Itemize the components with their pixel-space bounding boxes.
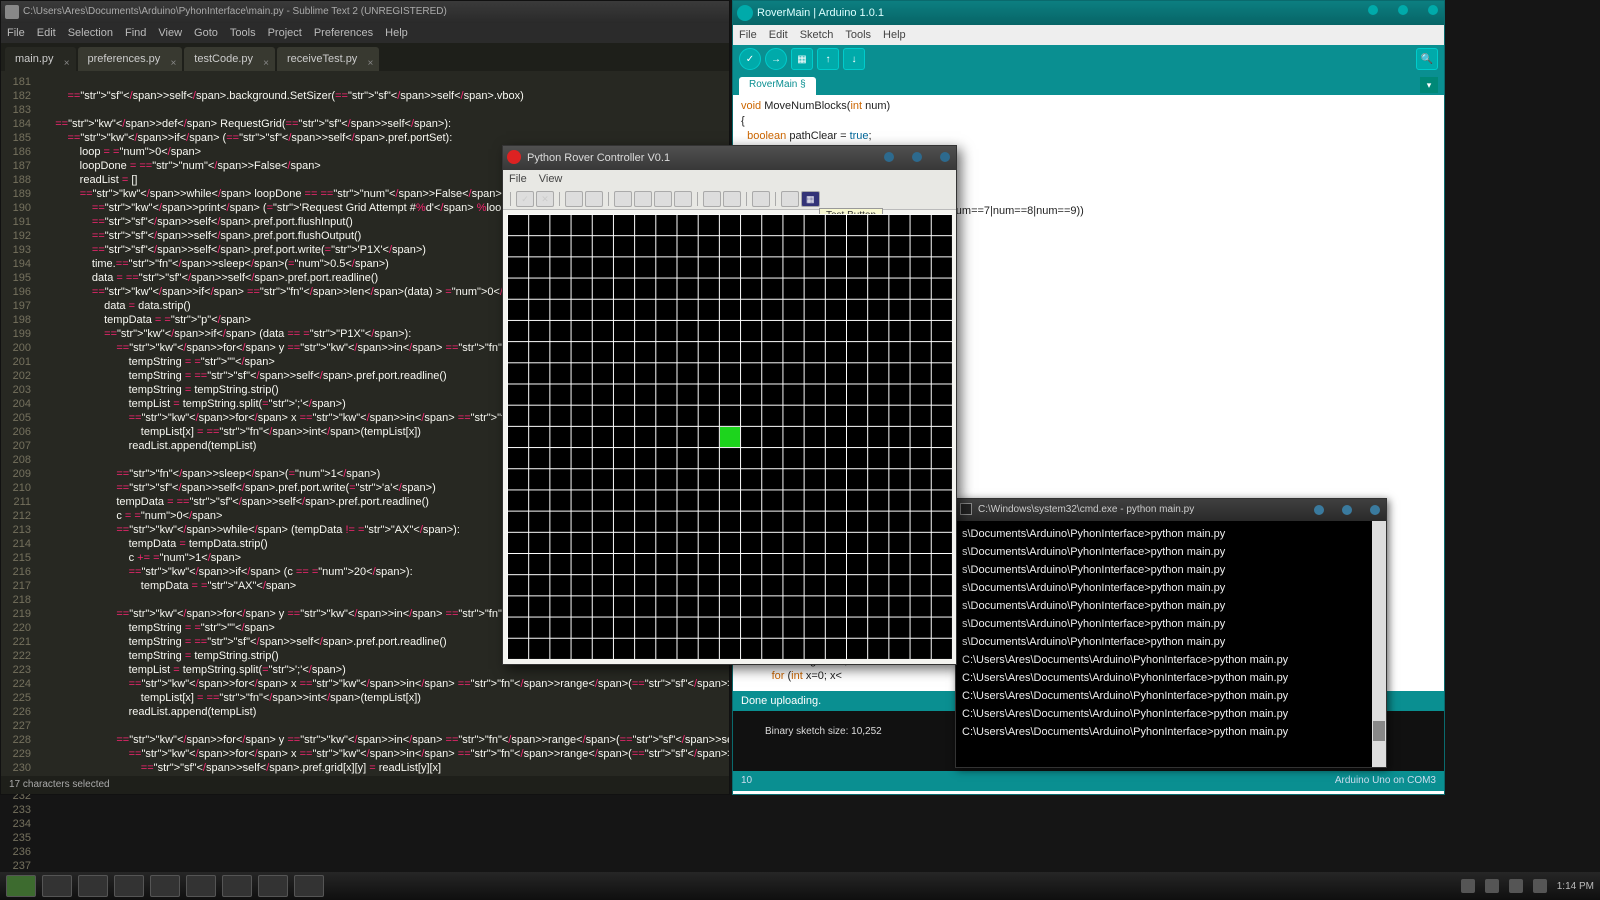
arduino-window-controls[interactable]: [1368, 5, 1438, 15]
sublime-title-text: C:\Users\Ares\Documents\Arduino\PyhonInt…: [23, 6, 447, 17]
save-button[interactable]: ↓: [843, 48, 865, 70]
taskbar-start[interactable]: [6, 875, 36, 897]
rover-tool-a[interactable]: [614, 191, 632, 207]
cmd-body[interactable]: s\Documents\Arduino\PyhonInterface>pytho…: [956, 521, 1386, 767]
rover-tool-b[interactable]: [634, 191, 652, 207]
arduino-foot-left: 10: [741, 771, 752, 791]
menu-file[interactable]: File: [7, 23, 25, 43]
cmd-scroll-thumb[interactable]: [1373, 721, 1385, 741]
rover-titlebar[interactable]: Python Rover Controller V0.1: [503, 146, 956, 170]
arduino-tabbar[interactable]: RoverMain § ▾: [733, 73, 1444, 95]
sublime-titlebar[interactable]: C:\Users\Ares\Documents\Arduino\PyhonInt…: [1, 1, 729, 23]
taskbar-chrome[interactable]: [114, 875, 144, 897]
arduino-menu-file[interactable]: File: [739, 25, 757, 45]
tray-network-icon[interactable]: [1509, 879, 1523, 893]
verify-button[interactable]: ✓: [739, 48, 761, 70]
menu-edit[interactable]: Edit: [37, 23, 56, 43]
arduino-title-text: RoverMain | Arduino 1.0.1: [757, 7, 884, 19]
new-button[interactable]: ▦: [791, 48, 813, 70]
arduino-foot-right: Arduino Uno on COM3: [1335, 771, 1436, 791]
arduino-icon: [737, 5, 753, 21]
taskbar-term[interactable]: [186, 875, 216, 897]
menu-help[interactable]: Help: [385, 23, 408, 43]
menu-tools[interactable]: Tools: [230, 23, 256, 43]
rover-tool-c[interactable]: [654, 191, 672, 207]
close-icon[interactable]: ×: [367, 52, 373, 76]
rover-menu-view[interactable]: View: [539, 170, 563, 188]
cmd-title-text: C:\Windows\system32\cmd.exe - python mai…: [978, 504, 1194, 515]
arduino-tab-menu-icon[interactable]: ▾: [1420, 77, 1438, 93]
sublime-icon: [5, 5, 19, 19]
rover-tool-test[interactable]: ▦: [801, 191, 820, 207]
taskbar-folder[interactable]: [222, 875, 252, 897]
rover-toolbar[interactable]: ✓✕ ▦: [503, 188, 956, 210]
rover-tool-f[interactable]: [781, 191, 799, 207]
arduino-menu-tools[interactable]: Tools: [845, 25, 871, 45]
tab-testCode-py[interactable]: testCode.py×: [184, 47, 275, 71]
menu-find[interactable]: Find: [125, 23, 146, 43]
taskbar-py[interactable]: [294, 875, 324, 897]
rover-tool-go[interactable]: ✓: [516, 191, 534, 207]
tray-sound-icon[interactable]: [1533, 879, 1547, 893]
cmd-scrollbar[interactable]: [1372, 521, 1386, 767]
taskbar-clock[interactable]: 1:14 PM: [1557, 881, 1594, 892]
rover-tool-wrench[interactable]: [752, 191, 770, 207]
cmd-window-controls[interactable]: [1314, 505, 1380, 515]
arduino-menu-help[interactable]: Help: [883, 25, 906, 45]
arduino-console-text: Binary sketch size: 10,252: [765, 726, 882, 737]
taskbar-ard[interactable]: [258, 875, 288, 897]
arduino-toolbar[interactable]: ✓ → ▦ ↑ ↓ 🔍: [733, 45, 1444, 73]
rover-tool-stop[interactable]: ✕: [536, 191, 554, 207]
cmd-icon: [960, 503, 972, 515]
tab-main-py[interactable]: main.py×: [5, 47, 76, 71]
close-icon[interactable]: ×: [263, 52, 269, 76]
rover-window: Python Rover Controller V0.1 File View ✓✕…: [502, 145, 957, 665]
upload-button[interactable]: →: [765, 48, 787, 70]
arduino-menu-edit[interactable]: Edit: [769, 25, 788, 45]
sublime-status-text: 17 characters selected: [9, 779, 110, 790]
taskbar-apps[interactable]: [42, 875, 72, 897]
rover-window-controls[interactable]: [884, 152, 950, 162]
arduino-tab[interactable]: RoverMain §: [739, 77, 816, 95]
menu-selection[interactable]: Selection: [68, 23, 113, 43]
rover-tool-sound[interactable]: [585, 191, 603, 207]
rover-menubar[interactable]: File View: [503, 170, 956, 188]
menu-goto[interactable]: Goto: [194, 23, 218, 43]
sublime-statusbar: 17 characters selected: [1, 776, 729, 794]
system-tray[interactable]: 1:14 PM: [1461, 879, 1594, 893]
arduino-titlebar[interactable]: RoverMain | Arduino 1.0.1: [733, 1, 1444, 25]
cmd-window: C:\Windows\system32\cmd.exe - python mai…: [955, 498, 1387, 768]
cmd-titlebar[interactable]: C:\Windows\system32\cmd.exe - python mai…: [956, 499, 1386, 521]
rover-grid[interactable]: [507, 214, 952, 659]
arduino-menu-sketch[interactable]: Sketch: [800, 25, 834, 45]
sublime-tabs[interactable]: main.py×preferences.py×testCode.py×recei…: [1, 43, 729, 71]
rover-menu-file[interactable]: File: [509, 170, 527, 188]
arduino-footer: 10 Arduino Uno on COM3: [733, 771, 1444, 791]
rover-title-text: Python Rover Controller V0.1: [527, 152, 670, 164]
open-button[interactable]: ↑: [817, 48, 839, 70]
sublime-gutter: 1811821831841851861871881891901911921931…: [1, 71, 37, 776]
sublime-menubar[interactable]: File Edit Selection Find View Goto Tools Projec…: [1, 23, 729, 43]
tray-flag-icon[interactable]: [1461, 879, 1475, 893]
taskbar-pad[interactable]: [78, 875, 108, 897]
rover-position-cell: [720, 427, 740, 447]
rover-icon: [507, 150, 521, 164]
taskbar[interactable]: 1:14 PM: [0, 872, 1600, 900]
tab-receiveTest-py[interactable]: receiveTest.py×: [277, 47, 379, 71]
rover-tool-edit[interactable]: [565, 191, 583, 207]
rover-tool-d[interactable]: [674, 191, 692, 207]
close-icon[interactable]: ×: [64, 52, 70, 76]
rover-tool-e[interactable]: [703, 191, 721, 207]
menu-preferences[interactable]: Preferences: [314, 23, 373, 43]
close-icon[interactable]: ×: [170, 52, 176, 76]
rover-tool-print[interactable]: [723, 191, 741, 207]
menu-project[interactable]: Project: [268, 23, 302, 43]
tab-preferences-py[interactable]: preferences.py×: [78, 47, 183, 71]
arduino-status-text: Done uploading.: [741, 695, 821, 707]
taskbar-term[interactable]: [150, 875, 180, 897]
arduino-menubar[interactable]: File Edit Sketch Tools Help: [733, 25, 1444, 45]
serial-monitor-button[interactable]: 🔍: [1416, 48, 1438, 70]
menu-view[interactable]: View: [158, 23, 182, 43]
tray-shield-icon[interactable]: [1485, 879, 1499, 893]
